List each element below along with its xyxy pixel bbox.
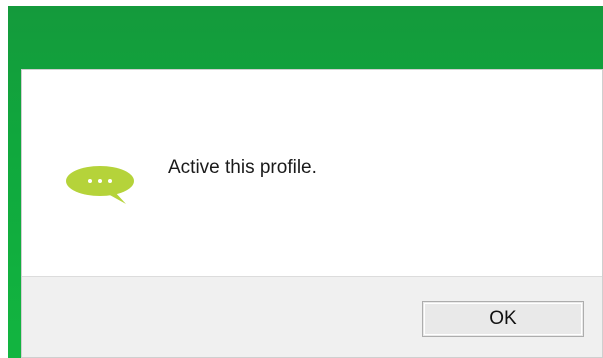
speech-bubble-icon bbox=[64, 164, 136, 206]
dialog-body: Active this profile. bbox=[22, 70, 602, 276]
screen: Active this profile. OK bbox=[0, 0, 603, 358]
dialog-message: Active this profile. bbox=[168, 157, 317, 178]
message-dialog: Active this profile. OK bbox=[21, 69, 603, 358]
ok-button[interactable]: OK bbox=[422, 301, 584, 337]
